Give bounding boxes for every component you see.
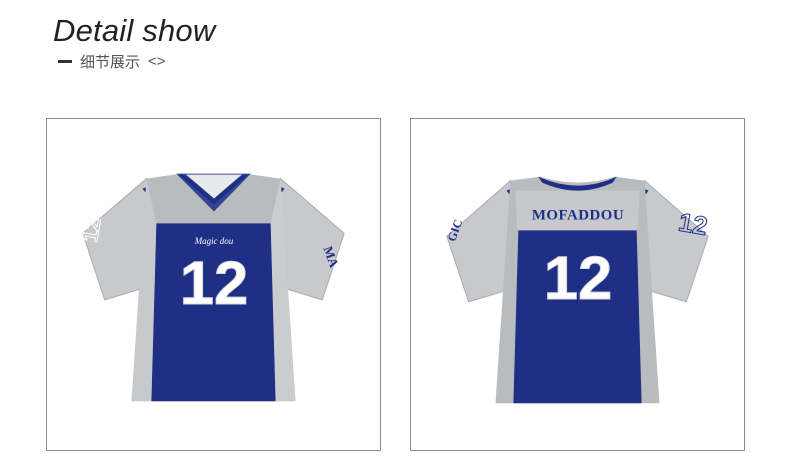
back-view-frame: MOFADDOU 12 GIC 12 xyxy=(410,118,745,451)
back-name-text: MOFADDOU xyxy=(532,207,624,223)
front-number: 12 xyxy=(180,249,249,318)
back-jersey-image: MOFADDOU 12 GIC 12 xyxy=(444,176,710,404)
front-sleeve-number: 12 xyxy=(77,216,106,244)
script-brand-text: Magic dou xyxy=(194,236,234,246)
front-jersey-image: Magic dou 12 MA 12 xyxy=(77,173,345,402)
front-view-frame: Magic dou 12 MA 12 xyxy=(46,118,381,451)
back-number: 12 xyxy=(544,244,613,313)
page-subtitle: 细节展示 <> xyxy=(58,51,166,72)
dash-icon xyxy=(58,60,72,63)
code-bracket-icon: <> xyxy=(148,53,166,70)
back-sleeve-number: 12 xyxy=(676,209,709,242)
subtitle-text: 细节展示 xyxy=(80,54,141,71)
page-title: Detail show xyxy=(53,13,216,48)
